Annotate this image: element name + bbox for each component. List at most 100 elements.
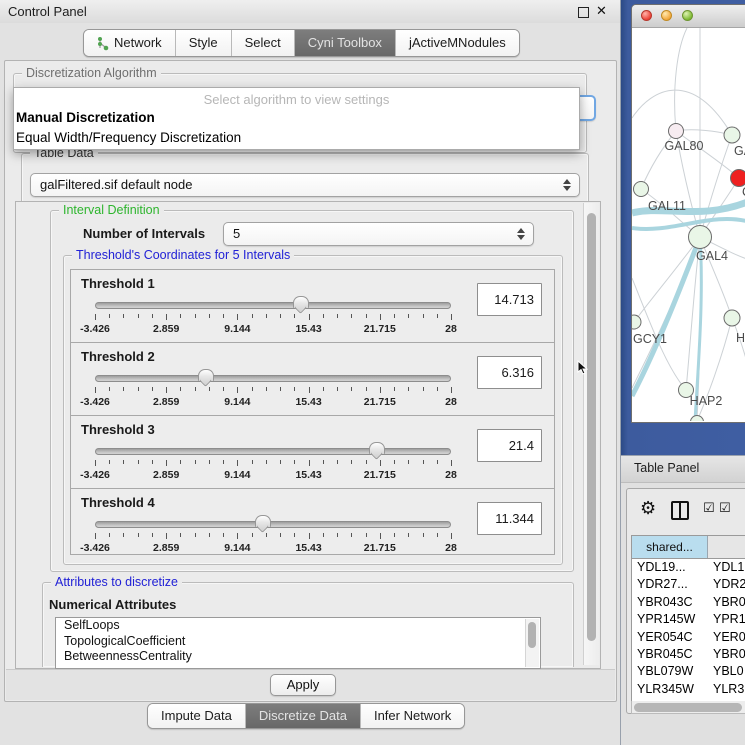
discretization-algorithm-title: Discretization Algorithm — [22, 66, 161, 80]
tab-jactivemnodules[interactable]: jActiveMNodules — [396, 30, 519, 56]
list-scrollbar[interactable] — [525, 619, 539, 667]
table-cell[interactable]: YBL0 — [708, 663, 745, 680]
table-row[interactable]: YDL19...YDL1 — [632, 559, 745, 576]
table-row[interactable]: YBR043CYBR0 — [632, 594, 745, 611]
threshold-slider[interactable]: -3.4262.8599.14415.4321.71528 — [95, 442, 451, 482]
network-node-gcy1[interactable] — [632, 315, 641, 329]
table-cell[interactable]: YPR145W — [632, 611, 708, 628]
mouse-cursor — [577, 360, 588, 375]
zoom-traffic-light-icon[interactable] — [682, 10, 693, 21]
network-edge[interactable] — [634, 237, 700, 322]
algorithm-option[interactable]: Manual Discretization — [14, 108, 579, 128]
thresholds-group-title: Threshold's Coordinates for 5 Intervals — [72, 248, 294, 262]
table-cell[interactable]: YDL19... — [632, 559, 708, 576]
node-table[interactable]: shared...name YDL19...YDL1YDR27...YDR2YB… — [631, 535, 745, 703]
tab-style[interactable]: Style — [176, 30, 232, 56]
network-node-gal4[interactable] — [689, 226, 712, 249]
slider-track[interactable] — [95, 375, 451, 382]
slider-tick-labels: -3.4262.8599.14415.4321.71528 — [95, 396, 451, 408]
threshold-slider[interactable]: -3.4262.8599.14415.4321.71528 — [95, 515, 451, 555]
slider-thumb[interactable] — [293, 296, 309, 308]
table-cell[interactable]: YDR2 — [708, 576, 745, 593]
minimize-traffic-light-icon[interactable] — [661, 10, 672, 21]
top-tab-bar: NetworkStyleSelectCyni ToolboxjActiveMNo… — [83, 29, 520, 57]
close-traffic-light-icon[interactable] — [641, 10, 652, 21]
algorithm-option[interactable]: Equal Width/Frequency Discretization — [14, 128, 579, 148]
table-row[interactable]: YLR345WYLR3 — [632, 681, 745, 698]
table-cell[interactable]: YBR045C — [632, 646, 708, 663]
table-data-combobox[interactable]: galFiltered.sif default node — [30, 173, 580, 197]
network-node-bottom-node[interactable] — [691, 416, 704, 422]
network-node-gal80[interactable] — [669, 124, 684, 139]
attributes-group: Attributes to discretize Numerical Attri… — [42, 582, 574, 667]
attribute-list-item[interactable]: BetweennessCentrality — [56, 649, 540, 665]
attribute-list-item[interactable]: SelfLoops — [56, 618, 540, 634]
slider-track[interactable] — [95, 521, 451, 528]
gear-icon[interactable]: ⚙ — [640, 498, 656, 519]
network-edge[interactable] — [632, 237, 700, 396]
algorithm-popup-options: Manual DiscretizationEqual Width/Frequen… — [14, 108, 579, 147]
tab-cyni-toolbox[interactable]: Cyni Toolbox — [295, 30, 396, 56]
screen: Control Panel ✕ NetworkStyleSelectCyni T… — [0, 0, 745, 745]
network-node-red-node[interactable] — [731, 170, 745, 187]
network-canvas[interactable]: GAL80GACGAL11GAL4GCY1HHAP2 — [632, 28, 745, 421]
numerical-attributes-list[interactable]: SelfLoopsTopologicalCoefficientBetweenne… — [55, 617, 541, 669]
slider-thumb[interactable] — [369, 442, 385, 454]
control-panel-window: Control Panel ✕ NetworkStyleSelectCyni T… — [0, 0, 621, 745]
table-cell[interactable]: YDL1 — [708, 559, 745, 576]
slider-thumb[interactable] — [198, 369, 214, 381]
slider-track[interactable] — [95, 448, 451, 455]
table-row[interactable]: YDR27...YDR2 — [632, 576, 745, 593]
tab-select[interactable]: Select — [232, 30, 295, 56]
table-cell[interactable]: YDR27... — [632, 576, 708, 593]
threshold-stack: Threshold 1-3.4262.8599.14415.4321.71528… — [70, 269, 555, 555]
table-row[interactable]: YBR045CYBR0 — [632, 646, 745, 663]
tab-discretize-data[interactable]: Discretize Data — [246, 704, 361, 728]
table-cell[interactable]: YBR0 — [708, 646, 745, 663]
table-cell[interactable]: YLR3 — [708, 681, 745, 698]
table-horizontal-scrollbar[interactable] — [631, 701, 745, 714]
close-icon[interactable]: ✕ — [596, 3, 607, 19]
table-row[interactable]: YER054CYER0 — [632, 629, 745, 646]
table-row[interactable]: YPR145WYPR1 — [632, 611, 745, 628]
table-cell[interactable]: YBR043C — [632, 594, 708, 611]
number-of-intervals-label: Number of Intervals — [83, 226, 205, 241]
network-node-gal11[interactable] — [634, 182, 649, 197]
threshold-value-field[interactable]: 21.4 — [477, 429, 542, 462]
tab-label: Discretize Data — [259, 704, 347, 728]
threshold-value-field[interactable]: 14.713 — [477, 283, 542, 316]
network-node-top-right[interactable] — [724, 127, 740, 143]
tab-label: Infer Network — [374, 704, 451, 728]
network-edge[interactable] — [675, 28, 687, 131]
number-of-intervals-combobox[interactable]: 5 — [223, 222, 534, 246]
threshold-value-field[interactable]: 6.316 — [477, 356, 542, 389]
interval-definition-group: Interval Definition Number of Intervals … — [50, 210, 574, 572]
settings-vertical-scrollbar[interactable] — [583, 203, 599, 665]
network-node-label: HAP2 — [690, 394, 723, 408]
table-cell[interactable]: YER054C — [632, 629, 708, 646]
network-node-h-node[interactable] — [724, 310, 740, 326]
table-row[interactable]: YBL079WYBL0 — [632, 663, 745, 680]
tab-impute-data[interactable]: Impute Data — [148, 704, 246, 728]
checkbox-checked-icon[interactable]: ☑ — [719, 501, 731, 516]
tab-network[interactable]: Network — [84, 30, 176, 56]
table-cell[interactable]: YBR0 — [708, 594, 745, 611]
slider-ticks — [95, 533, 451, 540]
float-window-icon[interactable] — [578, 7, 589, 18]
threshold-value-field[interactable]: 11.344 — [477, 502, 542, 535]
table-column-header[interactable]: name — [708, 536, 745, 558]
checkbox-checked-icon[interactable]: ☑ — [703, 501, 715, 516]
tab-infer-network[interactable]: Infer Network — [361, 704, 464, 728]
threshold-slider[interactable]: -3.4262.8599.14415.4321.71528 — [95, 369, 451, 409]
apply-button[interactable]: Apply — [270, 674, 336, 696]
attribute-list-item[interactable]: TopologicalCoefficient — [56, 634, 540, 650]
table-cell[interactable]: YBL079W — [632, 663, 708, 680]
threshold-slider[interactable]: -3.4262.8599.14415.4321.71528 — [95, 296, 451, 336]
table-cell[interactable]: YLR345W — [632, 681, 708, 698]
columns-icon[interactable] — [671, 501, 689, 520]
table-column-header[interactable]: shared... — [632, 536, 708, 558]
table-cell[interactable]: YPR1 — [708, 611, 745, 628]
slider-thumb[interactable] — [255, 515, 271, 527]
slider-track[interactable] — [95, 302, 451, 309]
table-cell[interactable]: YER0 — [708, 629, 745, 646]
